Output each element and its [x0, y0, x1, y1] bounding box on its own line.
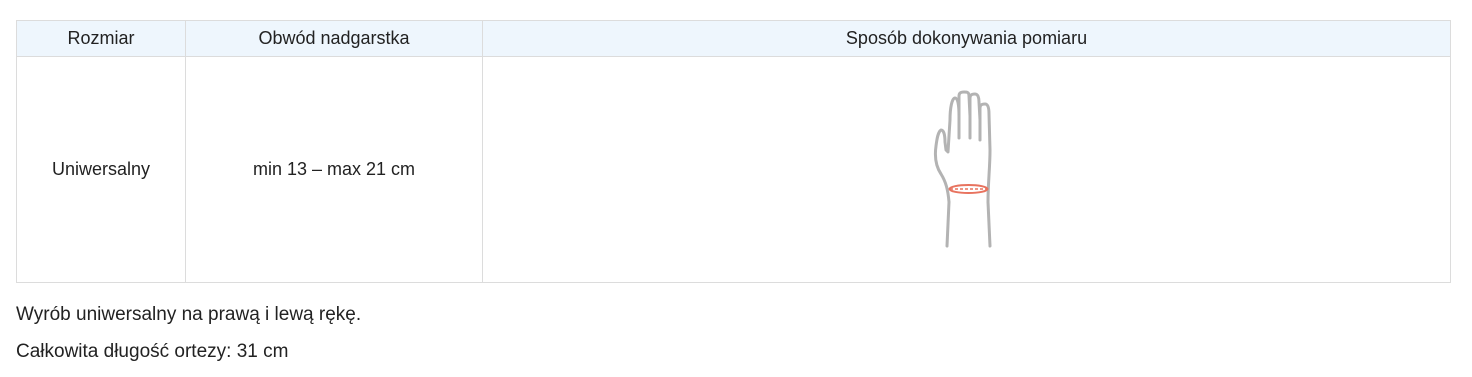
universal-product-note: Wyrób uniwersalny na prawą i lewą rękę. — [16, 304, 362, 325]
table-header-row: Rozmiar Obwód nadgarstka Sposób dokonywa… — [16, 20, 1451, 57]
header-size: Rozmiar — [16, 20, 186, 57]
size-table: Rozmiar Obwód nadgarstka Sposób dokonywa… — [16, 20, 1451, 283]
total-length-note: Całkowita długość ortezy: 31 cm — [16, 341, 289, 362]
table-row: Uniwersalny min 13 – max 21 cm — [16, 56, 1451, 283]
cell-size: Uniwersalny — [16, 56, 186, 283]
hand-wrist-measure-icon — [933, 90, 991, 247]
size-table-container: Rozmiar Obwód nadgarstka Sposób dokonywa… — [16, 20, 1451, 283]
header-wrist-circumference: Obwód nadgarstka — [185, 20, 483, 57]
cell-measurement-illustration — [482, 56, 1451, 283]
header-measurement-method: Sposób dokonywania pomiaru — [482, 20, 1451, 57]
cell-circumference: min 13 – max 21 cm — [185, 56, 483, 283]
